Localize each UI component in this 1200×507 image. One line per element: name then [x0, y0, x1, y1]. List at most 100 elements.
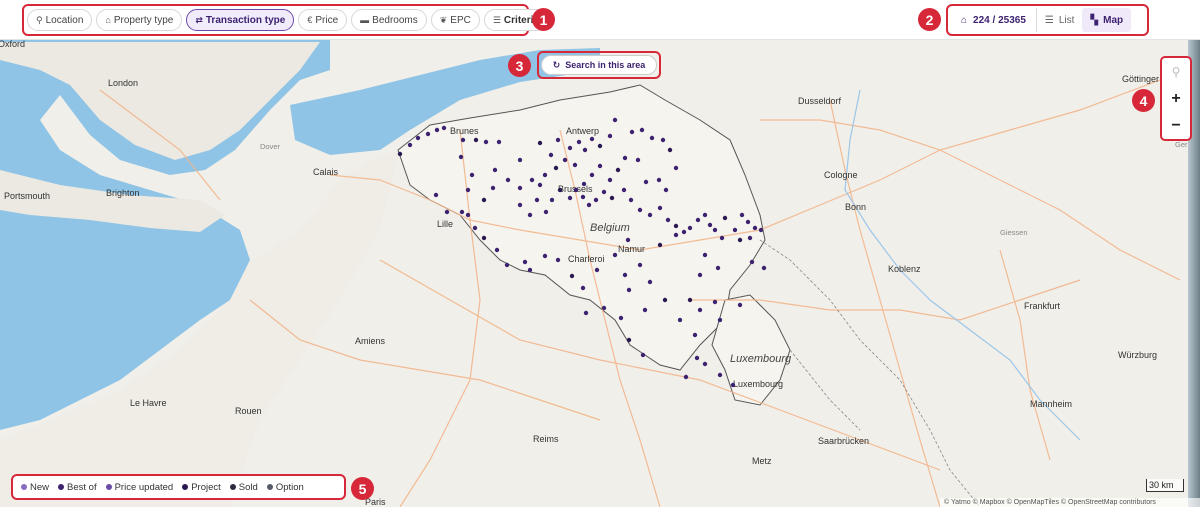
- listing-marker[interactable]: [612, 252, 618, 258]
- listing-marker[interactable]: [622, 155, 628, 161]
- listing-marker[interactable]: [761, 265, 767, 271]
- zoom-in-button[interactable]: +: [1162, 85, 1190, 112]
- listing-marker[interactable]: [694, 355, 700, 361]
- listing-marker[interactable]: [567, 195, 573, 201]
- listing-marker[interactable]: [465, 187, 471, 193]
- filter-price[interactable]: € Price: [298, 9, 348, 31]
- listing-marker[interactable]: [697, 307, 703, 313]
- listing-marker[interactable]: [459, 209, 465, 215]
- results-count[interactable]: ⌂ 224 / 25365: [951, 8, 1037, 32]
- listing-marker[interactable]: [622, 272, 628, 278]
- filter-property-type[interactable]: ⌂ Property type: [96, 9, 183, 31]
- listing-marker[interactable]: [687, 225, 693, 231]
- listing-marker[interactable]: [469, 172, 475, 178]
- listing-marker[interactable]: [626, 337, 632, 343]
- filter-epc[interactable]: ❦ EPC: [430, 9, 480, 31]
- listing-marker[interactable]: [504, 262, 510, 268]
- listing-marker[interactable]: [434, 127, 440, 133]
- listing-marker[interactable]: [687, 297, 693, 303]
- listing-marker[interactable]: [481, 197, 487, 203]
- listing-marker[interactable]: [458, 154, 464, 160]
- listing-marker[interactable]: [492, 167, 498, 173]
- listing-marker[interactable]: [715, 265, 721, 271]
- listing-marker[interactable]: [548, 152, 554, 158]
- listing-marker[interactable]: [683, 374, 689, 380]
- listing-marker[interactable]: [601, 305, 607, 311]
- locate-icon[interactable]: ⚲: [1162, 58, 1190, 85]
- listing-marker[interactable]: [567, 145, 573, 151]
- listing-marker[interactable]: [586, 202, 592, 208]
- listing-marker[interactable]: [712, 227, 718, 233]
- listing-marker[interactable]: [597, 163, 603, 169]
- listing-marker[interactable]: [415, 135, 421, 141]
- listing-marker[interactable]: [397, 151, 403, 157]
- listing-marker[interactable]: [473, 137, 479, 143]
- listing-marker[interactable]: [640, 352, 646, 358]
- listing-marker[interactable]: [625, 237, 631, 243]
- listing-marker[interactable]: [576, 139, 582, 145]
- listing-marker[interactable]: [612, 117, 618, 123]
- listing-marker[interactable]: [758, 227, 764, 233]
- listing-marker[interactable]: [662, 297, 668, 303]
- listing-marker[interactable]: [555, 137, 561, 143]
- listing-marker[interactable]: [494, 247, 500, 253]
- listing-marker[interactable]: [593, 197, 599, 203]
- listing-marker[interactable]: [517, 157, 523, 163]
- listing-marker[interactable]: [673, 223, 679, 229]
- listing-marker[interactable]: [695, 217, 701, 223]
- listing-marker[interactable]: [601, 189, 607, 195]
- listing-marker[interactable]: [444, 209, 450, 215]
- listing-marker[interactable]: [719, 235, 725, 241]
- listing-marker[interactable]: [609, 195, 615, 201]
- listing-marker[interactable]: [637, 207, 643, 213]
- listing-marker[interactable]: [752, 225, 758, 231]
- listing-marker[interactable]: [583, 310, 589, 316]
- listing-marker[interactable]: [656, 177, 662, 183]
- listing-marker[interactable]: [702, 212, 708, 218]
- listing-marker[interactable]: [673, 165, 679, 171]
- listing-marker[interactable]: [505, 177, 511, 183]
- listing-marker[interactable]: [618, 315, 624, 321]
- listing-marker[interactable]: [732, 227, 738, 233]
- listing-marker[interactable]: [537, 182, 543, 188]
- listing-marker[interactable]: [527, 212, 533, 218]
- listing-marker[interactable]: [673, 232, 679, 238]
- listing-marker[interactable]: [660, 137, 666, 143]
- listing-marker[interactable]: [580, 285, 586, 291]
- listing-marker[interactable]: [647, 279, 653, 285]
- map-attribution[interactable]: © Yatmo © Mapbox © OpenMapTiles © OpenSt…: [940, 498, 1200, 507]
- listing-marker[interactable]: [543, 209, 549, 215]
- listing-marker[interactable]: [589, 136, 595, 142]
- listing-marker[interactable]: [717, 317, 723, 323]
- listing-marker[interactable]: [573, 187, 579, 193]
- listing-marker[interactable]: [557, 187, 563, 193]
- listing-marker[interactable]: [702, 361, 708, 367]
- listing-marker[interactable]: [542, 253, 548, 259]
- listing-marker[interactable]: [647, 212, 653, 218]
- listing-marker[interactable]: [460, 137, 466, 143]
- listing-marker[interactable]: [739, 212, 745, 218]
- listing-marker[interactable]: [496, 139, 502, 145]
- listing-marker[interactable]: [597, 143, 603, 149]
- listing-marker[interactable]: [642, 307, 648, 313]
- listing-marker[interactable]: [702, 252, 708, 258]
- listing-marker[interactable]: [639, 127, 645, 133]
- listing-marker[interactable]: [580, 194, 586, 200]
- listing-marker[interactable]: [517, 202, 523, 208]
- listing-marker[interactable]: [555, 257, 561, 263]
- listing-marker[interactable]: [407, 142, 413, 148]
- listing-marker[interactable]: [553, 165, 559, 171]
- listing-marker[interactable]: [747, 235, 753, 241]
- filter-location[interactable]: ⚲ Location: [27, 9, 93, 31]
- listing-marker[interactable]: [472, 225, 478, 231]
- listing-marker[interactable]: [745, 219, 751, 225]
- listing-marker[interactable]: [665, 217, 671, 223]
- search-in-area-button[interactable]: ↻ Search in this area: [541, 55, 657, 75]
- listing-marker[interactable]: [534, 197, 540, 203]
- listing-marker[interactable]: [465, 212, 471, 218]
- listing-marker[interactable]: [722, 215, 728, 221]
- listing-marker[interactable]: [615, 167, 621, 173]
- listing-marker[interactable]: [425, 131, 431, 137]
- listing-marker[interactable]: [657, 242, 663, 248]
- listing-marker[interactable]: [607, 133, 613, 139]
